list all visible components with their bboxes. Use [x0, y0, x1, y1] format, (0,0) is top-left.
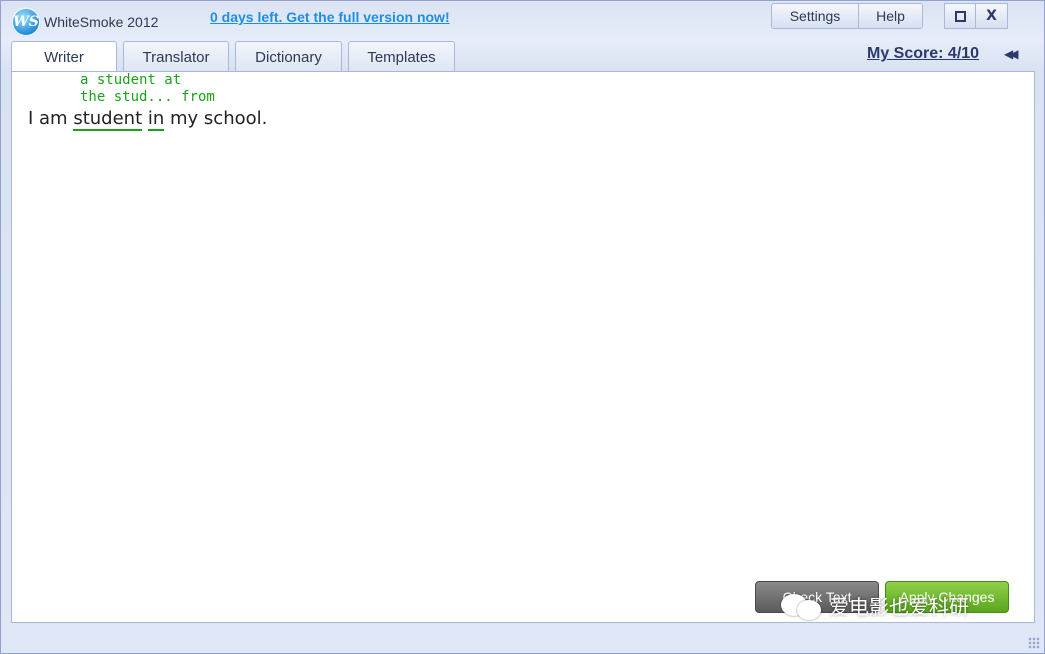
logo-text: WS	[13, 14, 39, 30]
flagged-word-student[interactable]: student	[73, 108, 143, 131]
window-controls: X	[944, 3, 1008, 29]
suggestion-item[interactable]: the stud... from	[80, 89, 215, 106]
text-segment: my school.	[164, 108, 268, 129]
tab-dictionary[interactable]: Dictionary	[235, 41, 342, 72]
wechat-icon	[781, 592, 823, 620]
double-chevron-left-icon[interactable]: ◀◀	[1004, 47, 1019, 61]
tab-translator[interactable]: Translator	[123, 41, 229, 72]
tab-bar: Writer Translator Dictionary Templates	[11, 41, 455, 73]
close-icon: X	[986, 8, 997, 24]
app-window: WS WhiteSmoke 2012 0 days left. Get the …	[0, 0, 1045, 654]
help-button[interactable]: Help	[859, 3, 923, 29]
whitesmoke-logo-icon: WS	[11, 7, 41, 37]
watermark-text: 爱电影也爱科研	[829, 595, 969, 619]
suggestion-item[interactable]: a student at	[80, 72, 215, 89]
writer-editor[interactable]: a student at the stud... from I am stude…	[11, 71, 1035, 623]
top-toolbar: Settings Help	[771, 3, 923, 29]
maximize-icon	[954, 10, 966, 22]
full-version-link[interactable]: 0 days left. Get the full version now!	[210, 9, 450, 25]
watermark: 爱电影也爱科研	[781, 591, 969, 620]
app-title: WhiteSmoke 2012	[44, 14, 159, 30]
settings-button[interactable]: Settings	[771, 3, 859, 29]
text-segment	[142, 108, 148, 129]
tab-templates[interactable]: Templates	[348, 41, 455, 72]
maximize-button[interactable]	[944, 3, 976, 29]
close-button[interactable]: X	[976, 3, 1008, 29]
flagged-word-in[interactable]: in	[147, 108, 165, 131]
text-segment: I am	[28, 108, 74, 129]
suggestion-list: a student at the stud... from	[80, 72, 215, 106]
resize-grip-icon[interactable]	[1028, 637, 1040, 649]
my-score-link[interactable]: My Score: 4/10	[867, 45, 979, 63]
tab-writer[interactable]: Writer	[11, 41, 117, 73]
editor-text[interactable]: I am student in my school.	[28, 108, 268, 131]
